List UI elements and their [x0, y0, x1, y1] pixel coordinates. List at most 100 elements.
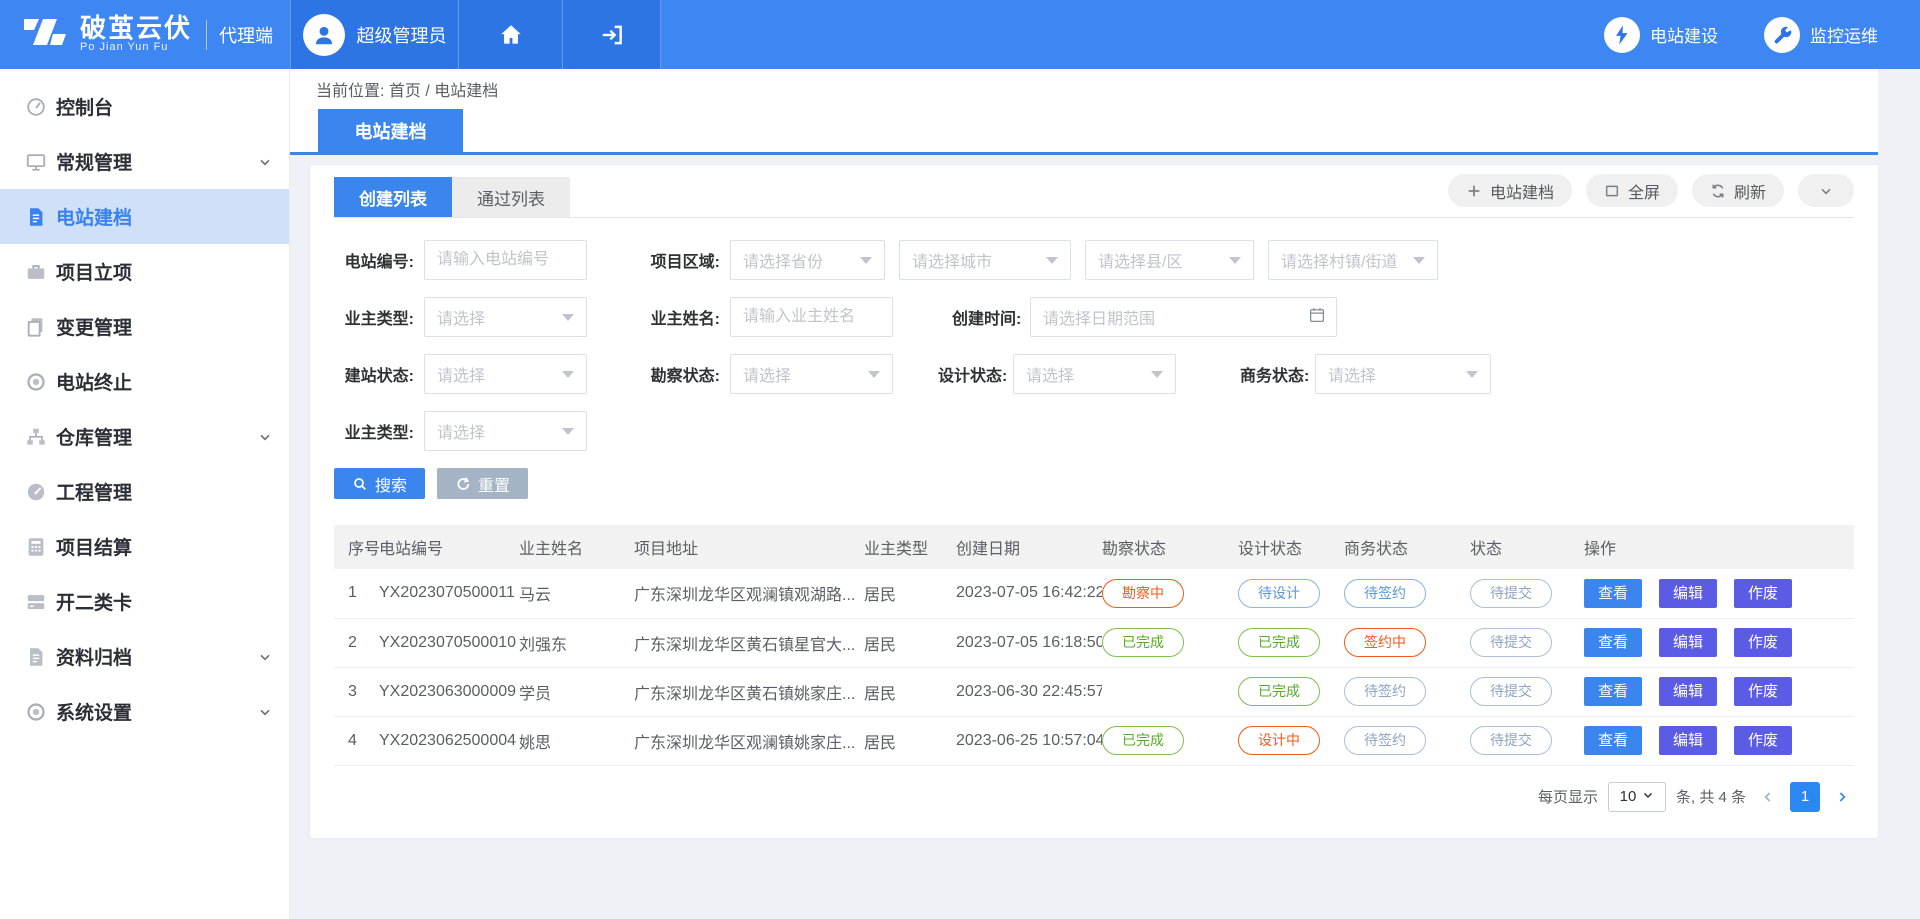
caret-down-icon	[1151, 371, 1163, 378]
plus-icon	[1466, 183, 1482, 199]
card-icon	[25, 591, 47, 613]
col-status: 状态	[1470, 525, 1584, 569]
sidebar-item-project-initiation[interactable]: 项目立项	[0, 244, 289, 299]
user-menu[interactable]: 超级管理员	[290, 0, 459, 69]
breadcrumb-prefix: 当前位置:	[316, 77, 384, 101]
toolbar: 电站建档 全屏 刷新	[1448, 174, 1854, 217]
edit-button[interactable]: 编辑	[1659, 579, 1717, 608]
col-seq: 序号	[334, 525, 379, 569]
fullscreen-icon	[1604, 183, 1620, 199]
user-name: 超级管理员	[357, 22, 447, 48]
view-button[interactable]: 查看	[1584, 628, 1642, 657]
briefcase-icon	[25, 261, 47, 283]
city-select[interactable]: 请选择城市	[899, 240, 1071, 280]
status-badge: 设计中	[1238, 726, 1320, 755]
reset-button[interactable]: 重置	[437, 468, 528, 499]
field-label: 业主类型:	[334, 419, 414, 443]
prev-page-button[interactable]	[1756, 789, 1780, 805]
chevron-down-icon	[1818, 183, 1834, 199]
caret-down-icon	[868, 371, 880, 378]
void-button[interactable]: 作废	[1734, 726, 1792, 755]
brand-logo: 破茧云伏 Po Jian Yun Fu 代理端	[0, 0, 290, 69]
nav-monitoring-ops[interactable]: 监控运维	[1764, 17, 1878, 53]
collapse-button[interactable]	[1798, 174, 1854, 207]
per-page-select[interactable]: 10	[1608, 782, 1666, 812]
sidebar-item-station-filing[interactable]: 电站建档	[0, 189, 289, 244]
table-row: 2 YX2023070500010 刘强东 广东深圳龙华区黄石镇星官大... 居…	[334, 618, 1854, 667]
main-card: 创建列表 通过列表 电站建档 全屏	[310, 165, 1878, 838]
chevron-down-icon	[257, 649, 273, 665]
view-button[interactable]: 查看	[1584, 579, 1642, 608]
owner-type-select[interactable]: 请选择	[424, 297, 587, 337]
status-badge: 签约中	[1344, 628, 1426, 657]
refresh-button[interactable]: 刷新	[1692, 174, 1784, 207]
tab-passed-list[interactable]: 通过列表	[452, 177, 570, 217]
edit-button[interactable]: 编辑	[1659, 677, 1717, 706]
view-button[interactable]: 查看	[1584, 677, 1642, 706]
pagination: 每页显示 10 条, 共 4 条 1	[334, 782, 1854, 812]
county-select[interactable]: 请选择县/区	[1085, 240, 1254, 280]
caret-down-icon	[1229, 257, 1241, 264]
sidebar-item-project-settlement[interactable]: 项目结算	[0, 519, 289, 574]
col-survey-status: 勘察状态	[1102, 525, 1238, 569]
chevron-down-icon	[257, 154, 273, 170]
survey-status-select[interactable]: 请选择	[730, 354, 893, 394]
sidebar-item-engineering-management[interactable]: 工程管理	[0, 464, 289, 519]
sidebar-item-station-termination[interactable]: 电站终止	[0, 354, 289, 409]
date-range-picker[interactable]: 请选择日期范围	[1030, 297, 1337, 337]
page-number-button[interactable]: 1	[1790, 782, 1820, 812]
col-station-code: 电站编号	[379, 525, 519, 569]
sidebar-item-console[interactable]: 控制台	[0, 79, 289, 134]
caret-down-icon	[562, 314, 574, 321]
status-badge: 待签约	[1344, 579, 1426, 608]
field-label: 创建时间:	[952, 305, 1020, 329]
province-select[interactable]: 请选择省份	[730, 240, 885, 280]
search-button[interactable]: 搜索	[334, 468, 425, 499]
status-badge: 待提交	[1470, 579, 1552, 608]
void-button[interactable]: 作废	[1734, 628, 1792, 657]
status-badge: 待提交	[1470, 677, 1552, 706]
nav-station-construction[interactable]: 电站建设	[1604, 17, 1718, 53]
col-owner-type: 业主类型	[864, 525, 956, 569]
sidebar-item-data-archive[interactable]: 资料归档	[0, 629, 289, 684]
sidebar-item-card-opening[interactable]: 开二类卡	[0, 574, 289, 629]
build-status-select[interactable]: 请选择	[424, 354, 587, 394]
stop-circle-icon	[25, 371, 47, 393]
search-icon	[352, 476, 368, 492]
owner-type2-select[interactable]: 请选择	[424, 411, 587, 451]
topbar-spacer	[661, 0, 1604, 69]
sidebar-item-system-settings[interactable]: 系统设置	[0, 684, 289, 739]
void-button[interactable]: 作废	[1734, 677, 1792, 706]
col-address: 项目地址	[634, 525, 864, 569]
sidebar-item-change-management[interactable]: 变更管理	[0, 299, 289, 354]
gauge-icon	[25, 96, 47, 118]
view-button[interactable]: 查看	[1584, 726, 1642, 755]
chevron-down-icon	[257, 429, 273, 445]
owner-name-input[interactable]	[730, 297, 893, 337]
tab-create-list[interactable]: 创建列表	[334, 177, 452, 217]
avatar	[303, 14, 345, 56]
logo-text: 破茧云伏 Po Jian Yun Fu	[80, 15, 192, 54]
edit-button[interactable]: 编辑	[1659, 628, 1717, 657]
void-button[interactable]: 作废	[1734, 579, 1792, 608]
logout-icon	[599, 22, 625, 48]
sidebar-item-general-management[interactable]: 常规管理	[0, 134, 289, 189]
station-no-input[interactable]	[424, 240, 587, 280]
tab-station-filing[interactable]: 电站建档	[318, 109, 463, 152]
business-status-select[interactable]: 请选择	[1315, 354, 1491, 394]
dashboard-icon	[25, 481, 47, 503]
home-button[interactable]	[459, 0, 563, 69]
next-page-button[interactable]	[1830, 789, 1854, 805]
create-station-button[interactable]: 电站建档	[1448, 174, 1572, 207]
design-status-select[interactable]: 请选择	[1013, 354, 1176, 394]
table-row: 4 YX2023062500004 姚思 广东深圳龙华区观澜镇姚家庄... 居民…	[334, 716, 1854, 765]
logout-button[interactable]	[563, 0, 661, 69]
town-select[interactable]: 请选择村镇/街道	[1268, 240, 1438, 280]
status-badge: 待签约	[1344, 677, 1426, 706]
sidebar-item-warehouse-management[interactable]: 仓库管理	[0, 409, 289, 464]
edit-button[interactable]: 编辑	[1659, 726, 1717, 755]
caret-down-icon	[860, 257, 872, 264]
fullscreen-button[interactable]: 全屏	[1586, 174, 1678, 207]
topbar-right-nav: 电站建设 监控运维	[1604, 0, 1920, 69]
logo-subtitle: Po Jian Yun Fu	[80, 42, 192, 54]
